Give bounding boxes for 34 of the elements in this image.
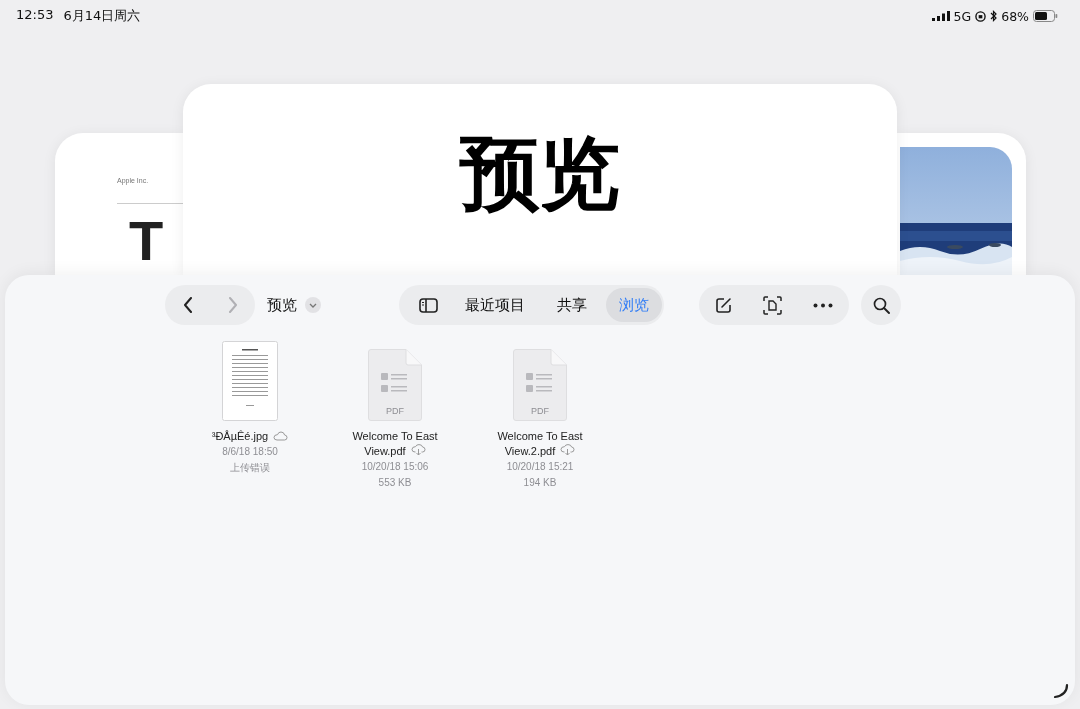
chevron-right-icon: [227, 297, 238, 313]
image-thumbnail[interactable]: [222, 341, 278, 421]
file-status: 上传错误: [230, 461, 270, 475]
app-card[interactable]: [897, 133, 1026, 275]
search-icon: [872, 296, 890, 314]
cloud-download-icon[interactable]: [560, 444, 576, 456]
file-size: 194 KB: [523, 476, 557, 490]
battery-icon: [1033, 10, 1058, 22]
dropdown-button[interactable]: [305, 297, 321, 313]
signal-icon: [931, 11, 950, 21]
tab[interactable]: 最近项目: [452, 288, 538, 322]
search-button[interactable]: [861, 285, 901, 325]
status-date: 6月14日周六: [63, 7, 141, 25]
resize-handle-icon[interactable]: [1053, 683, 1069, 699]
file-size: 553 KB: [378, 476, 412, 490]
chevron-down-icon: [309, 302, 317, 308]
chevron-left-icon: [182, 297, 193, 313]
app-card[interactable]: 预览: [183, 84, 897, 275]
file-name: ³ÐÅµÊé.jpg: [211, 429, 289, 444]
network-label: 5G: [953, 8, 972, 24]
orientation-lock-icon: [975, 10, 987, 22]
tab[interactable]: 共享: [544, 288, 600, 322]
file-date: 10/20/18 15:06: [361, 460, 429, 474]
file-date: 8/6/18 18:50: [222, 445, 278, 459]
cloud-download-icon[interactable]: [410, 444, 426, 456]
file-name: Welcome To East View.pdf: [351, 429, 439, 459]
file-name: Welcome To East View.2.pdf: [496, 429, 584, 459]
bluetooth-icon: [990, 10, 998, 22]
location-title: 预览: [267, 295, 297, 315]
status-time: 12:53: [16, 7, 54, 24]
file-date: 10/20/18 15:21: [506, 460, 574, 474]
battery-percent: 68%: [1001, 8, 1029, 24]
app-title: 预览: [460, 134, 620, 222]
document-heading: T: [129, 213, 164, 269]
